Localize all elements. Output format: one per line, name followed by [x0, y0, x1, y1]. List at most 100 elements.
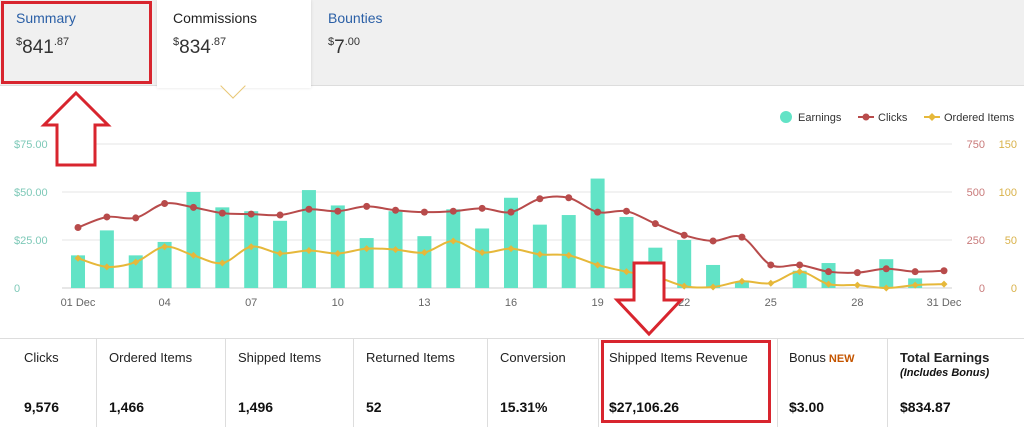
clicks-point: [363, 202, 371, 210]
metric-label: Conversion: [500, 350, 566, 365]
earnings-bar: [619, 216, 634, 288]
x-tick-label: 28: [851, 297, 863, 309]
clicks-point: [651, 220, 659, 228]
earnings-bar: [301, 190, 316, 288]
amount-cents: .87: [210, 36, 227, 48]
clicks-point: [709, 237, 717, 245]
earnings-bar: [417, 236, 432, 288]
metric-label: Bonus NEW: [789, 350, 877, 365]
amount-whole: 834: [179, 37, 211, 58]
clicks-point: [189, 203, 197, 211]
clicks-point: [449, 207, 457, 215]
metric-bonus-label: Bonus: [789, 350, 826, 365]
metric-bonus: Bonus NEW $3.00: [778, 339, 888, 427]
clicks-point: [882, 265, 890, 273]
metric-value: 52: [366, 399, 382, 415]
metric-label: Clicks: [24, 350, 59, 365]
legend-marker-earnings: [780, 111, 792, 123]
annotation-box-summary: [1, 1, 152, 84]
clicks-point: [940, 267, 948, 275]
metric-label: Total Earnings: [900, 350, 990, 365]
legend-marker-clicks: [862, 113, 870, 121]
clicks-point: [392, 206, 400, 214]
annotation-arrow-up: [40, 90, 112, 167]
clicks-point: [334, 207, 342, 215]
y-tick-label-ordered: 50: [1005, 235, 1017, 247]
y-tick-label-left: $25.00: [14, 235, 48, 247]
metric-ordered-items: Ordered Items 1,466: [97, 339, 226, 427]
clicks-point: [247, 210, 255, 218]
earnings-bar: [475, 228, 490, 288]
metric-label: Ordered Items: [109, 350, 193, 365]
clicks-point: [565, 194, 573, 202]
clicks-point: [74, 224, 82, 232]
x-tick-label: 25: [765, 297, 777, 309]
legend-label: Ordered Items: [944, 112, 1015, 124]
y-tick-label-clicks: 500: [967, 187, 985, 199]
y-tick-label-clicks: 250: [967, 235, 985, 247]
legend-label: Clicks: [878, 112, 908, 124]
metric-shipped-items: Shipped Items 1,496: [226, 339, 354, 427]
tab-bounties[interactable]: Bounties $7.00: [312, 0, 462, 86]
annotation-box-revenue: [601, 340, 771, 423]
clicks-point: [738, 233, 746, 241]
x-tick-label: 07: [245, 297, 257, 309]
annotations: [40, 90, 685, 337]
metric-value: $834.87: [900, 399, 951, 415]
y-tick-label-left: $75.00: [14, 139, 48, 151]
y-tick-label-left: $50.00: [14, 187, 48, 199]
clicks-point: [305, 205, 313, 213]
new-badge: NEW: [828, 353, 855, 365]
clicks-point: [420, 208, 428, 216]
x-tick-label: 13: [418, 297, 430, 309]
clicks-point: [853, 269, 861, 277]
earnings-bar: [879, 259, 894, 288]
clicks-point: [680, 231, 688, 239]
y-tick-label-ordered: 100: [999, 187, 1017, 199]
metric-value: 1,466: [109, 399, 145, 415]
ordered-items-point: [767, 279, 775, 287]
x-tick-label: 01 Dec: [61, 297, 96, 309]
x-tick-label: 19: [591, 297, 603, 309]
metric-value: 9,576: [24, 399, 60, 415]
tab-bounties-amount: $7.00: [328, 36, 446, 59]
clicks-point: [536, 195, 544, 203]
clicks-point: [507, 208, 515, 216]
earnings-bar: [330, 205, 345, 288]
metric-value: 1,496: [238, 399, 274, 415]
metric-returned-items: Returned Items 52: [354, 339, 488, 427]
y-tick-label-clicks: 750: [967, 139, 985, 151]
earnings-bar: [446, 209, 461, 288]
metric-conversion: Conversion 15.31%: [488, 339, 599, 427]
y-tick-label-left: 0: [14, 283, 20, 295]
clicks-point: [276, 211, 284, 219]
clicks-point: [218, 209, 226, 217]
chart-legend: Earnings Clicks Ordered Items: [780, 111, 1015, 124]
metric-total-earnings: Total Earnings (Includes Bonus) $834.87: [888, 339, 1024, 427]
tab-commissions-label: Commissions: [173, 10, 258, 26]
legend-marker-ordered: [928, 113, 936, 121]
clicks-point: [103, 213, 111, 221]
x-tick-label: 16: [505, 297, 517, 309]
clicks-point: [478, 204, 486, 212]
earnings-bar: [215, 207, 230, 288]
x-tick-label: 04: [158, 297, 170, 309]
clicks-point: [796, 261, 804, 269]
metric-label: Returned Items: [366, 350, 455, 365]
clicks-point: [594, 208, 602, 216]
y-tick-label-ordered: 150: [999, 139, 1017, 151]
x-tick-label: 31 Dec: [927, 297, 962, 309]
y-tick-label-ordered: 0: [1011, 283, 1017, 295]
metric-value: 15.31%: [500, 399, 548, 415]
clicks-point: [825, 268, 833, 276]
earnings-bar: [590, 178, 605, 288]
clicks-point: [911, 268, 919, 276]
metric-sublabel: (Includes Bonus): [900, 367, 990, 379]
earnings-bar: [99, 230, 114, 288]
clicks-point: [132, 214, 140, 222]
legend-label: Earnings: [798, 112, 842, 124]
amount-whole: 7: [334, 37, 345, 58]
y-tick-label-clicks: 0: [979, 283, 985, 295]
metrics-row: Clicks 9,576 Ordered Items 1,466 Shipped…: [0, 338, 1024, 427]
amount-cents: .00: [344, 36, 360, 48]
